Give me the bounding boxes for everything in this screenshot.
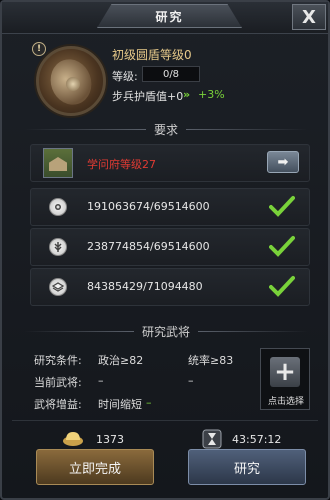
stone-icon <box>49 278 67 296</box>
requirements-title: 要求 <box>154 122 179 137</box>
current-general-value-2: – <box>188 374 194 387</box>
select-general-slot[interactable]: + 点击选择 <box>260 348 310 410</box>
requirements-header: 要求 <box>16 120 316 138</box>
level-value: 0/8 <box>162 68 180 80</box>
effect-label: 步兵护盾值+0 <box>112 90 184 103</box>
gold-ingot-icon <box>63 432 83 446</box>
go-to-academy-button[interactable]: ➡ <box>267 151 299 173</box>
general-bonus-value: 时间缩短 <box>98 398 142 411</box>
level-progress: 0/8 <box>142 66 200 82</box>
general-header: 研究武将 <box>16 322 316 340</box>
requirement-row-grain: 238774854/69514600 <box>30 228 310 266</box>
requirement-text: 84385429/71094480 <box>87 280 203 293</box>
grain-icon <box>49 238 67 256</box>
gold-cost: 1373 <box>96 433 124 446</box>
time-cost: 43:57:12 <box>232 433 282 446</box>
requirement-text: 学问府等级27 <box>87 158 156 171</box>
window-title: 研究 <box>155 9 184 24</box>
check-icon <box>269 236 295 257</box>
level-label: 等级: <box>112 70 138 83</box>
general-bonus-label: 武将增益: <box>34 398 82 411</box>
general-title: 研究武将 <box>142 324 191 339</box>
plus-icon: + <box>270 357 300 387</box>
check-icon <box>269 196 295 217</box>
condition-politics: 政治≥82 <box>98 354 144 367</box>
close-button[interactable]: X <box>292 4 326 30</box>
skill-avatar <box>36 46 106 116</box>
hourglass-icon <box>202 429 222 449</box>
info-icon[interactable]: ! <box>32 42 46 56</box>
current-general-value: – <box>98 374 104 387</box>
select-general-caption: 点击选择 <box>267 397 304 407</box>
current-general-label: 当前武将: <box>34 376 82 389</box>
requirement-row-coin: 191063674/69514600 <box>30 188 310 226</box>
shield-boss <box>66 77 80 91</box>
research-button[interactable]: 研究 <box>188 449 306 485</box>
title-tab: 研究 <box>97 4 242 28</box>
requirement-text: 238774854/69514600 <box>87 240 210 253</box>
requirement-row-academy: 学问府等级27 ➡ <box>30 144 310 182</box>
condition-label: 研究条件: <box>34 354 82 367</box>
skill-name: 初级圆盾等级0 <box>112 48 192 62</box>
upgrade-arrow-icon: » <box>183 88 190 101</box>
finish-now-button[interactable]: 立即完成 <box>36 449 154 485</box>
requirement-text: 191063674/69514600 <box>87 200 210 213</box>
requirement-row-stone: 84385429/71094480 <box>30 268 310 306</box>
title-bar: 研究 X <box>2 2 328 34</box>
general-bonus-dash: – <box>146 396 152 409</box>
academy-building-icon <box>43 148 73 178</box>
research-panel: 研究 X ! 初级圆盾等级0 等级: 0/8 步兵护盾值+0 » +3% 要求 … <box>0 0 330 500</box>
effect-bonus: +3% <box>198 88 225 101</box>
check-icon <box>269 276 295 297</box>
coin-icon <box>49 198 67 216</box>
divider <box>12 420 318 421</box>
condition-command: 统率≥83 <box>188 354 234 367</box>
